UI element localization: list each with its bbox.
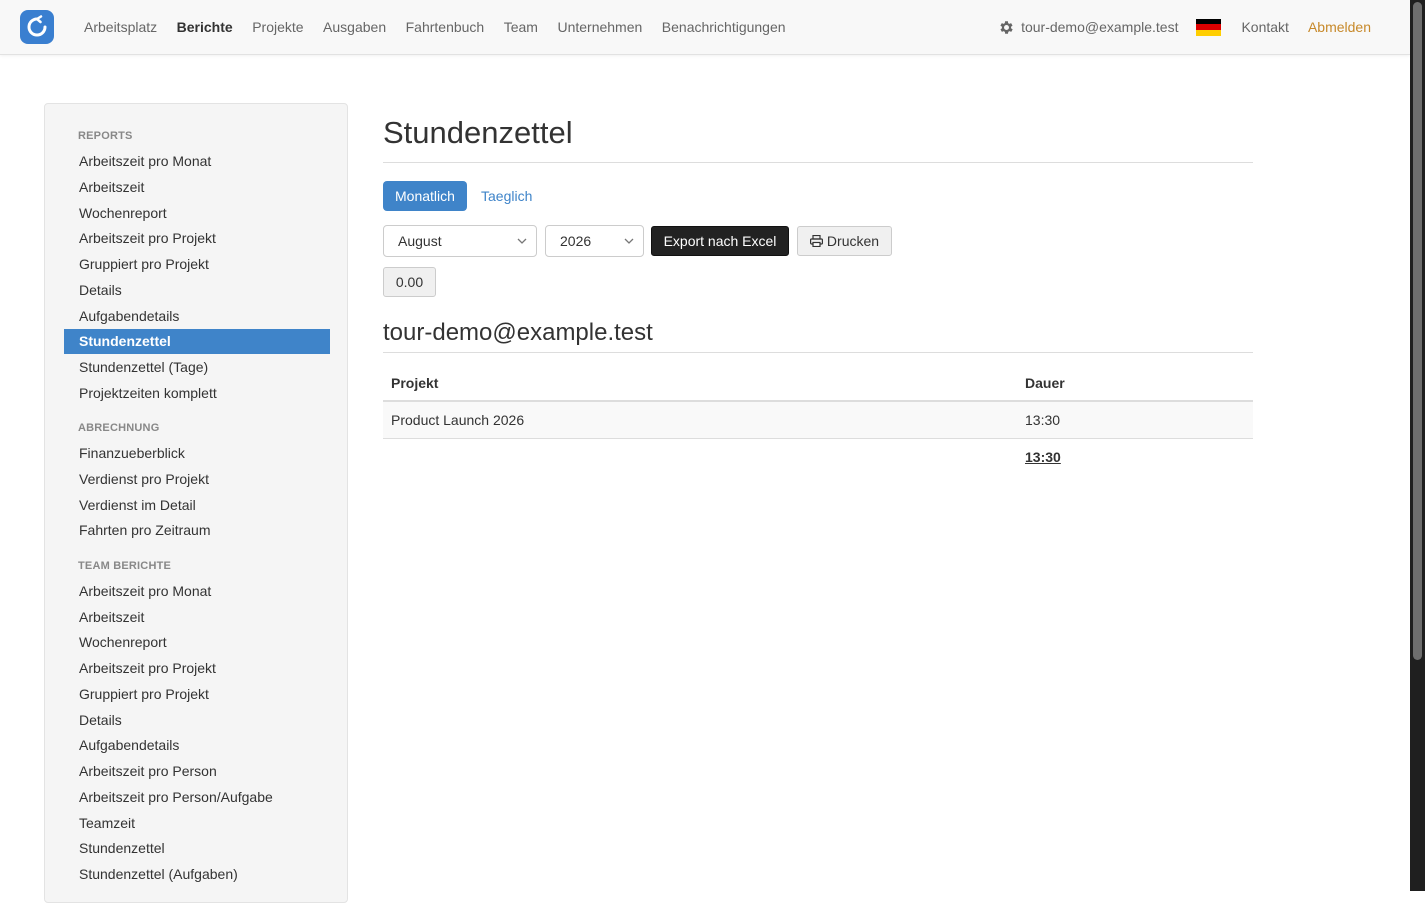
column-header-projekt: Projekt: [383, 365, 1017, 402]
sidebar-item-arbeitszeit-pro-monat[interactable]: Arbeitszeit pro Monat: [64, 149, 330, 174]
sidebar-heading-team-berichte: TEAM BERICHTE: [78, 560, 172, 572]
table-total-row: 13:30: [383, 439, 1253, 476]
sidebar-item-arbeitszeit-pro-person-aufgabe[interactable]: Arbeitszeit pro Person/Aufgabe: [64, 785, 330, 810]
chevron-down-icon: [624, 226, 634, 266]
sidebar-item-projektzeiten-komplett[interactable]: Projektzeiten komplett: [64, 381, 330, 406]
timesheet-table: Projekt Dauer Product Launch 2026 13:30 …: [383, 365, 1253, 475]
main-nav: Arbeitsplatz Berichte Projekte Ausgaben …: [84, 0, 805, 54]
total-label-cell: [383, 439, 1017, 476]
year-select[interactable]: 2026: [545, 225, 644, 257]
user-heading: tour-demo@example.test: [383, 319, 653, 346]
gear-icon[interactable]: [998, 19, 1015, 36]
tab-monatlich[interactable]: Monatlich: [383, 181, 467, 211]
sidebar-item-teamzeit[interactable]: Teamzeit: [64, 811, 330, 836]
print-button-label: Drucken: [826, 233, 880, 249]
user-email-link[interactable]: tour-demo@example.test: [1021, 19, 1178, 35]
row-duration: 13:30: [1017, 401, 1253, 439]
sidebar-item-team-gruppiert-pro-projekt[interactable]: Gruppiert pro Projekt: [64, 682, 330, 707]
nav-ausgaben[interactable]: Ausgaben: [323, 19, 386, 35]
sidebar-item-aufgabendetails[interactable]: Aufgabendetails: [64, 304, 330, 329]
sidebar-item-stundenzettel-aufgaben[interactable]: Stundenzettel (Aufgaben): [64, 862, 330, 887]
export-excel-button[interactable]: Export nach Excel: [651, 226, 789, 256]
sidebar-item-verdienst-pro-projekt[interactable]: Verdienst pro Projekt: [64, 467, 330, 492]
column-header-dauer: Dauer: [1017, 365, 1253, 402]
sidebar-item-team-arbeitszeit[interactable]: Arbeitszeit: [64, 605, 330, 630]
nav-right: tour-demo@example.test Kontakt Abmelden: [998, 0, 1371, 54]
sidebar-item-team-arbeitszeit-pro-projekt[interactable]: Arbeitszeit pro Projekt: [64, 656, 330, 681]
logout-link[interactable]: Abmelden: [1308, 19, 1371, 35]
sidebar-item-verdienst-im-detail[interactable]: Verdienst im Detail: [64, 493, 330, 518]
sidebar-item-team-stundenzettel[interactable]: Stundenzettel: [64, 836, 330, 861]
sidebar-item-arbeitszeit-pro-projekt[interactable]: Arbeitszeit pro Projekt: [64, 226, 330, 251]
nav-benachrichtigungen[interactable]: Benachrichtigungen: [662, 19, 786, 35]
page-title: Stundenzettel: [383, 115, 573, 150]
table-row: Product Launch 2026 13:30: [383, 401, 1253, 439]
print-button[interactable]: Drucken: [797, 226, 892, 256]
row-project: Product Launch 2026: [383, 401, 1017, 439]
sidebar-item-arbeitszeit-pro-person[interactable]: Arbeitszeit pro Person: [64, 759, 330, 784]
sidebar-item-team-wochenreport[interactable]: Wochenreport: [64, 630, 330, 655]
top-navbar: Arbeitsplatz Berichte Projekte Ausgaben …: [0, 0, 1410, 55]
sidebar-item-finanzueberblick[interactable]: Finanzueberblick: [64, 441, 330, 466]
month-select[interactable]: August: [383, 225, 537, 257]
month-select-value: August: [398, 233, 442, 249]
printer-icon: [809, 228, 823, 256]
nav-projekte[interactable]: Projekte: [252, 19, 303, 35]
scrollbar-thumb[interactable]: [1413, 2, 1422, 660]
sidebar-item-arbeitszeit[interactable]: Arbeitszeit: [64, 175, 330, 200]
reports-sidebar: REPORTS Arbeitszeit pro Monat Arbeitszei…: [44, 103, 348, 903]
sidebar-item-team-aufgabendetails[interactable]: Aufgabendetails: [64, 733, 330, 758]
title-divider: [383, 162, 1253, 163]
page-scrollbar[interactable]: [1410, 0, 1425, 891]
app-logo[interactable]: [20, 10, 54, 44]
contact-link[interactable]: Kontakt: [1241, 19, 1288, 35]
value-button[interactable]: 0.00: [383, 267, 436, 297]
nav-team[interactable]: Team: [504, 19, 538, 35]
sidebar-item-wochenreport[interactable]: Wochenreport: [64, 201, 330, 226]
sidebar-item-team-arbeitszeit-pro-monat[interactable]: Arbeitszeit pro Monat: [64, 579, 330, 604]
total-duration: 13:30: [1025, 449, 1061, 465]
user-divider: [383, 352, 1253, 353]
sidebar-item-details[interactable]: Details: [64, 278, 330, 303]
sidebar-item-fahrten-pro-zeitraum[interactable]: Fahrten pro Zeitraum: [64, 518, 330, 543]
nav-berichte[interactable]: Berichte: [177, 19, 233, 35]
tab-taeglich[interactable]: Taeglich: [469, 181, 544, 211]
nav-fahrtenbuch[interactable]: Fahrtenbuch: [406, 19, 485, 35]
refresh-logo-icon: [27, 15, 47, 37]
sidebar-item-team-details[interactable]: Details: [64, 708, 330, 733]
year-select-value: 2026: [560, 233, 592, 249]
table-header-row: Projekt Dauer: [383, 365, 1253, 402]
sidebar-heading-reports: REPORTS: [78, 130, 133, 142]
nav-arbeitsplatz[interactable]: Arbeitsplatz: [84, 19, 157, 35]
german-flag-icon[interactable]: [1196, 18, 1222, 36]
chevron-down-icon: [517, 226, 527, 266]
sidebar-item-gruppiert-pro-projekt[interactable]: Gruppiert pro Projekt: [64, 252, 330, 277]
nav-unternehmen[interactable]: Unternehmen: [557, 19, 642, 35]
sidebar-item-stundenzettel[interactable]: Stundenzettel: [64, 329, 330, 354]
sidebar-heading-abrechnung: ABRECHNUNG: [78, 422, 160, 434]
total-duration-cell: 13:30: [1017, 439, 1253, 476]
sidebar-item-stundenzettel-tage[interactable]: Stundenzettel (Tage): [64, 355, 330, 380]
